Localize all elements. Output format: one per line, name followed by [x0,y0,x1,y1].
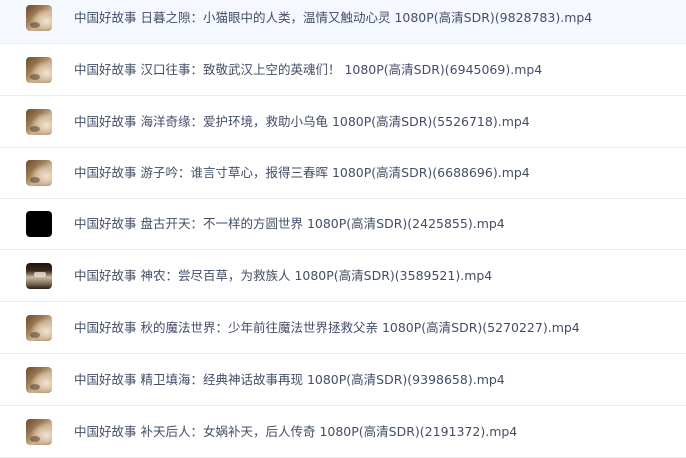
file-row[interactable]: 中国好故事 海洋奇缘：爱护环境，救助小乌龟 1080P(高清SDR)(55267… [0,96,686,148]
video-thumbnail[interactable] [26,314,52,341]
file-name[interactable]: 中国好故事 游子吟：谁言寸草心，报得三春晖 1080P(高清SDR)(66886… [74,165,530,181]
file-row[interactable]: 中国好故事 神农：尝尽百草，为救族人 1080P(高清SDR)(3589521)… [0,250,686,302]
file-row[interactable]: 中国好故事 精卫填海：经典神话故事再现 1080P(高清SDR)(9398658… [0,354,686,406]
file-row[interactable]: 中国好故事 汉口往事：致敬武汉上空的英魂们！ 1080P(高清SDR)(6945… [0,44,686,96]
file-name[interactable]: 中国好故事 秋的魔法世界：少年前往魔法世界拯救父亲 1080P(高清SDR)(5… [74,320,580,336]
file-row[interactable]: 中国好故事 日暮之隙：小猫眼中的人类，温情又触动心灵 1080P(高清SDR)(… [0,0,686,44]
file-row[interactable]: 中国好故事 补天后人：女娲补天，后人传奇 1080P(高清SDR)(219137… [0,406,686,458]
video-thumbnail[interactable] [26,56,52,83]
file-name[interactable]: 中国好故事 汉口往事：致敬武汉上空的英魂们！ 1080P(高清SDR)(6945… [74,62,542,78]
video-thumbnail[interactable] [26,418,52,445]
video-thumbnail[interactable] [26,210,52,237]
file-name[interactable]: 中国好故事 精卫填海：经典神话故事再现 1080P(高清SDR)(9398658… [74,372,505,388]
video-thumbnail[interactable] [26,159,52,186]
video-thumbnail[interactable] [26,4,52,31]
file-name[interactable]: 中国好故事 神农：尝尽百草，为救族人 1080P(高清SDR)(3589521)… [74,268,492,284]
video-thumbnail[interactable] [26,262,52,289]
file-row[interactable]: 中国好故事 盘古开天：不一样的方圆世界 1080P(高清SDR)(2425855… [0,198,686,250]
file-list: 中国好故事 日暮之隙：小猫眼中的人类，温情又触动心灵 1080P(高清SDR)(… [0,0,686,458]
video-thumbnail[interactable] [26,108,52,135]
file-name[interactable]: 中国好故事 日暮之隙：小猫眼中的人类，温情又触动心灵 1080P(高清SDR)(… [74,10,592,26]
file-row[interactable]: 中国好故事 游子吟：谁言寸草心，报得三春晖 1080P(高清SDR)(66886… [0,147,686,199]
file-name[interactable]: 中国好故事 补天后人：女娲补天，后人传奇 1080P(高清SDR)(219137… [74,424,517,440]
file-name[interactable]: 中国好故事 海洋奇缘：爱护环境，救助小乌龟 1080P(高清SDR)(55267… [74,114,530,130]
video-thumbnail[interactable] [26,366,52,393]
file-row[interactable]: 中国好故事 秋的魔法世界：少年前往魔法世界拯救父亲 1080P(高清SDR)(5… [0,302,686,354]
file-name[interactable]: 中国好故事 盘古开天：不一样的方圆世界 1080P(高清SDR)(2425855… [74,216,505,232]
